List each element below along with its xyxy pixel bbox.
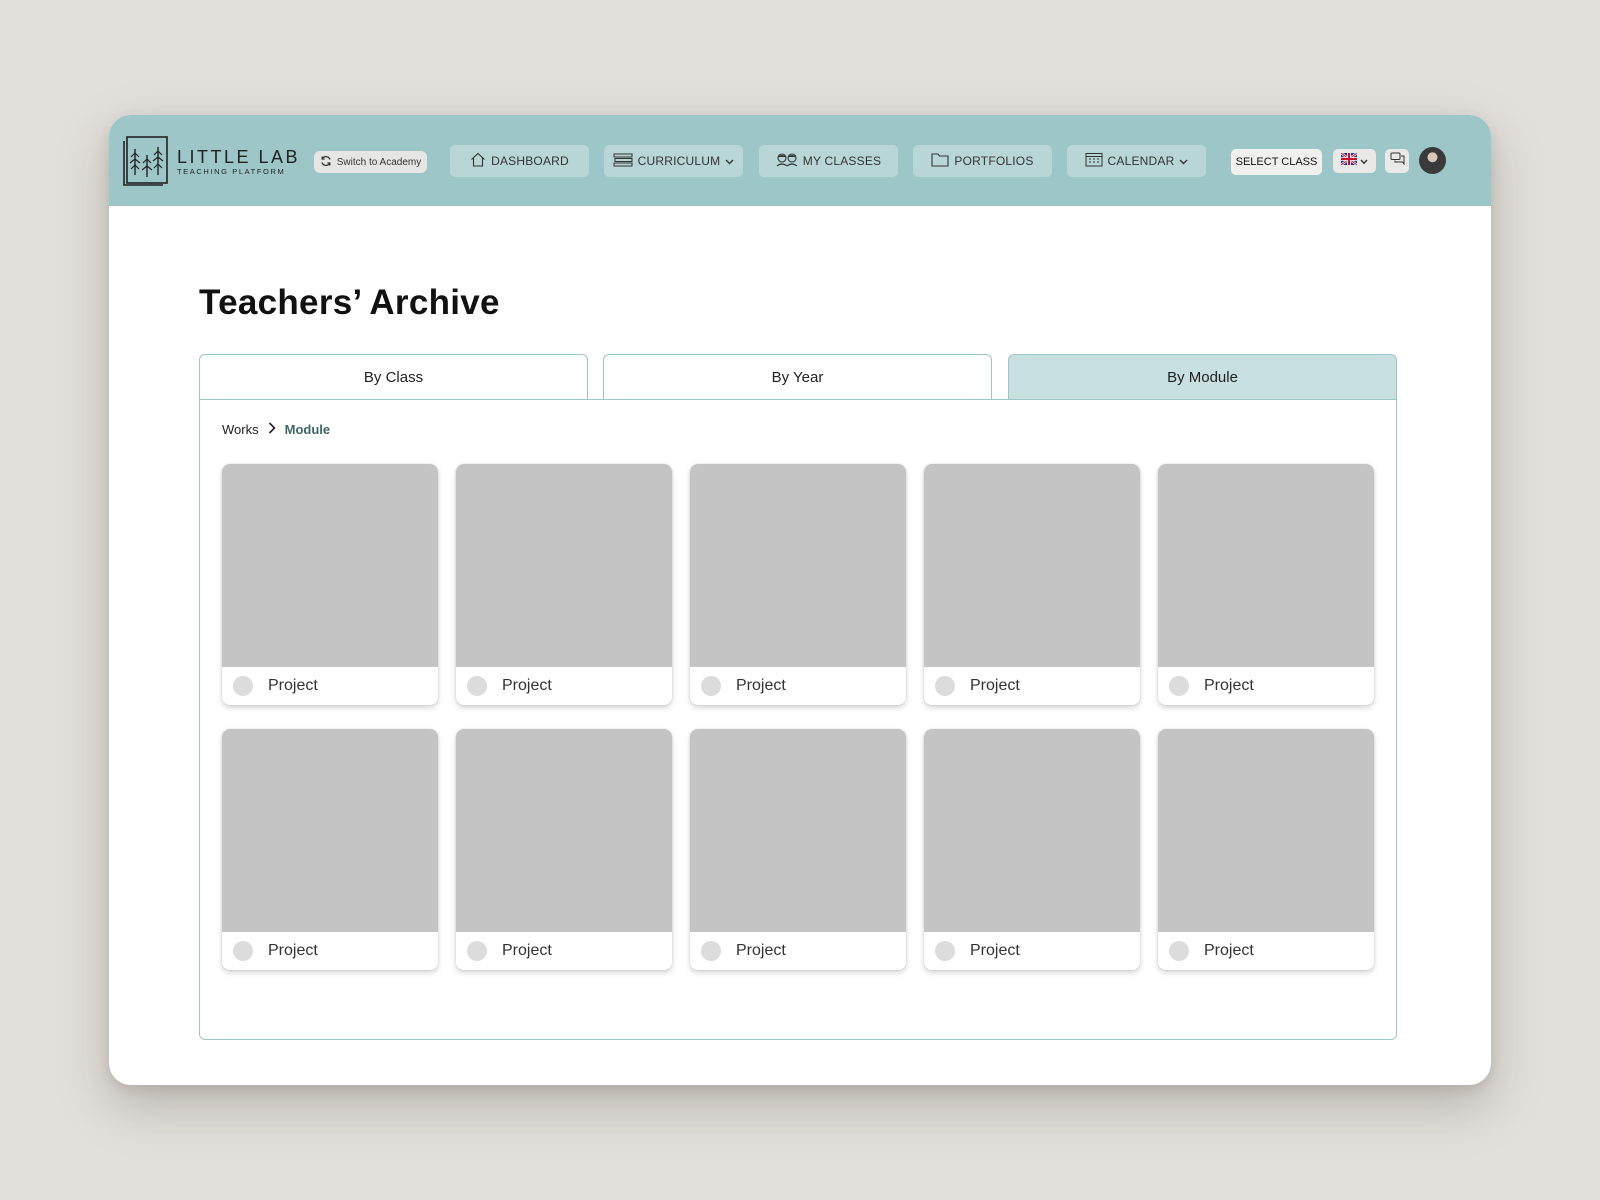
project-thumbnail (690, 729, 906, 932)
project-card-footer: Project (222, 667, 438, 705)
project-card-footer: Project (924, 932, 1140, 970)
nav-calendar[interactable]: CALENDAR (1067, 145, 1206, 177)
project-status-dot (701, 676, 721, 696)
nav-my-classes[interactable]: MY CLASSES (759, 145, 898, 177)
nav-dashboard[interactable]: DASHBOARD (450, 145, 589, 177)
project-card-footer: Project (456, 667, 672, 705)
project-status-dot (467, 941, 487, 961)
project-card-label: Project (268, 677, 318, 694)
nav-curriculum[interactable]: CURRICULUM (604, 145, 743, 177)
breadcrumb-current: Module (284, 422, 331, 437)
project-card-label: Project (970, 677, 1020, 694)
project-card-label: Project (502, 677, 552, 694)
project-card-footer: Project (924, 667, 1140, 705)
avatar[interactable] (1419, 147, 1446, 174)
project-card[interactable]: Project (924, 729, 1140, 970)
nav-calendar-label: CALENDAR (1107, 154, 1175, 168)
chevron-down-icon (1179, 154, 1188, 168)
home-icon (470, 152, 486, 170)
project-card[interactable]: Project (1158, 729, 1374, 970)
chat-button[interactable] (1385, 149, 1409, 173)
project-card-footer: Project (222, 932, 438, 970)
project-status-dot (233, 941, 253, 961)
project-status-dot (935, 941, 955, 961)
nav-curriculum-label: CURRICULUM (637, 154, 721, 168)
tab-by-year[interactable]: By Year (603, 354, 992, 400)
project-card-footer: Project (690, 667, 906, 705)
folder-icon (931, 152, 949, 170)
logo-subtitle: TEACHING PLATFORM (177, 166, 286, 176)
uk-flag-icon (1340, 152, 1358, 170)
tab-label: By Class (363, 369, 424, 386)
project-thumbnail (924, 729, 1140, 932)
project-card-label: Project (970, 942, 1020, 959)
page-title: Teachers’ Archive (199, 283, 500, 322)
project-thumbnail (456, 729, 672, 932)
chevron-down-icon (725, 154, 734, 168)
nav-dashboard-label: DASHBOARD (491, 154, 569, 168)
switch-label: Switch to Academy (336, 156, 422, 168)
project-thumbnail (690, 464, 906, 667)
project-card-footer: Project (1158, 667, 1374, 705)
students-icon (776, 152, 798, 170)
logo-book-icon (123, 135, 171, 187)
chevron-right-icon (268, 422, 276, 437)
project-card-label: Project (268, 942, 318, 959)
nav-portfolios-label: PORTFOLIOS (954, 154, 1034, 168)
app-window: LITTLE LAB TEACHING PLATFORM Switch to A… (109, 115, 1491, 1085)
project-status-dot (701, 941, 721, 961)
archive-panel: Works Module Project Project Project Projec… (199, 399, 1397, 1040)
tab-label: By Module (1167, 369, 1238, 386)
project-card[interactable]: Project (456, 464, 672, 705)
project-card[interactable]: Project (690, 464, 906, 705)
project-card-footer: Project (1158, 932, 1374, 970)
project-card-label: Project (502, 942, 552, 959)
switch-to-academy-button[interactable]: Switch to Academy (314, 151, 427, 173)
project-card-label: Project (736, 677, 786, 694)
project-status-dot (1169, 941, 1189, 961)
project-card-footer: Project (690, 932, 906, 970)
books-icon (613, 153, 633, 170)
chat-icon (1390, 152, 1405, 170)
project-status-dot (935, 676, 955, 696)
select-class-button[interactable]: SELECT CLASS (1231, 149, 1322, 175)
project-status-dot (467, 676, 487, 696)
logo[interactable]: LITTLE LAB TEACHING PLATFORM (123, 135, 300, 187)
project-card[interactable]: Project (690, 729, 906, 970)
project-card[interactable]: Project (222, 729, 438, 970)
project-thumbnail (1158, 729, 1374, 932)
project-thumbnail (456, 464, 672, 667)
project-thumbnail (222, 464, 438, 667)
language-selector[interactable] (1333, 149, 1376, 173)
nav-my-classes-label: MY CLASSES (802, 154, 882, 168)
project-card-label: Project (1204, 942, 1254, 959)
breadcrumb: Works Module (222, 422, 330, 437)
top-navigation-bar: LITTLE LAB TEACHING PLATFORM Switch to A… (109, 115, 1491, 206)
project-card[interactable]: Project (1158, 464, 1374, 705)
nav-portfolios[interactable]: PORTFOLIOS (913, 145, 1052, 177)
project-card-footer: Project (456, 932, 672, 970)
project-status-dot (1169, 676, 1189, 696)
calendar-icon (1085, 152, 1103, 170)
project-card[interactable]: Project (222, 464, 438, 705)
tab-by-module[interactable]: By Module (1008, 354, 1397, 400)
logo-title: LITTLE LAB (177, 146, 301, 167)
project-card[interactable]: Project (924, 464, 1140, 705)
project-thumbnail (924, 464, 1140, 667)
project-card-label: Project (736, 942, 786, 959)
project-thumbnail (222, 729, 438, 932)
project-card-label: Project (1204, 677, 1254, 694)
project-card[interactable]: Project (456, 729, 672, 970)
project-status-dot (233, 676, 253, 696)
breadcrumb-root[interactable]: Works (222, 422, 259, 437)
tab-label: By Year (771, 369, 824, 386)
project-thumbnail (1158, 464, 1374, 667)
chevron-down-icon (1360, 152, 1368, 170)
tab-by-class[interactable]: By Class (199, 354, 588, 400)
refresh-icon (320, 155, 332, 170)
